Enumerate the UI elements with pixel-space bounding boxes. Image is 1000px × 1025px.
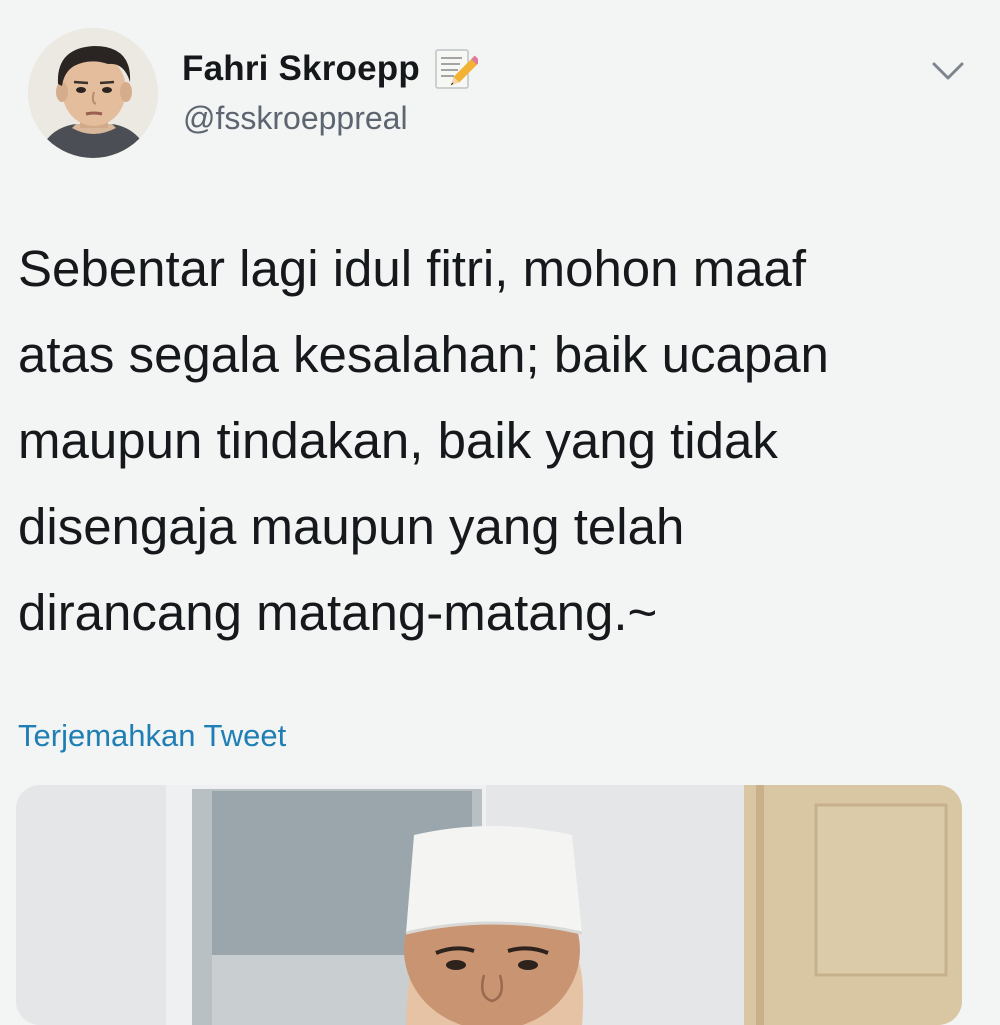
memo-pencil-icon [432, 46, 481, 92]
tweet-text-line: Sebentar lagi idul fitri, mohon maaf [18, 240, 807, 297]
tweet-text-line: dirancang matang-matang.~ [18, 584, 658, 641]
tweet-text: Sebentar lagi idul fitri, mohon maaf ata… [18, 226, 978, 656]
author-name-row[interactable]: Fahri Skroepp [182, 46, 481, 92]
translate-tweet-link[interactable]: Terjemahkan Tweet [18, 718, 286, 754]
tweet-text-line: disengaja maupun yang telah [18, 498, 685, 555]
tweet-card: Fahri Skroepp @fsskroeppreal Sebentar la… [0, 0, 1000, 1025]
tweet-text-line: atas segala kesalahan; baik ucapan [18, 326, 829, 383]
author-name[interactable]: Fahri Skroepp [182, 49, 420, 89]
author-handle[interactable]: @fsskroeppreal [183, 100, 408, 137]
tweet-text-line: maupun tindakan, baik yang tidak [18, 412, 778, 469]
chevron-down-icon[interactable] [928, 56, 968, 86]
avatar[interactable] [28, 28, 158, 158]
tweet-photo[interactable] [16, 785, 962, 1025]
